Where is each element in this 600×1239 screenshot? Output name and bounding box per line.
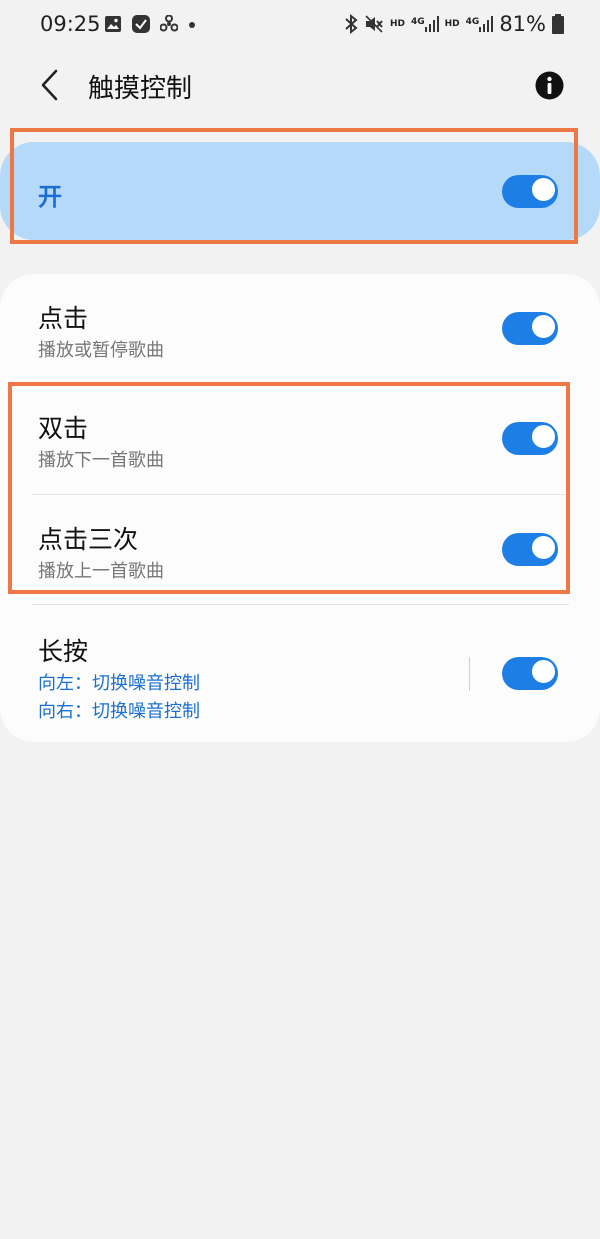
long-press-toggle[interactable] (502, 657, 558, 690)
tap-toggle[interactable] (502, 312, 558, 345)
app-bar: 触摸控制 (0, 52, 600, 122)
check-badge-icon (132, 15, 150, 33)
notification-icons (104, 14, 197, 34)
fan-icon (160, 15, 178, 32)
setting-subtitle: 播放或暂停歌曲 (38, 340, 164, 361)
gallery-icon (105, 16, 121, 32)
page-title: 触摸控制 (88, 74, 193, 104)
status-bar: 09:25 HD 4G HD 4G 81% (0, 0, 600, 52)
hd-icon: HD (444, 19, 460, 29)
toggle-knob (531, 314, 556, 339)
mute-icon (365, 15, 383, 33)
4g-signal-icon: 4G (466, 16, 494, 32)
long-press-left-action: 向左：切换噪音控制 (38, 673, 200, 694)
setting-title: 点击 (38, 304, 89, 333)
setting-row-tap[interactable]: 点击 播放或暂停歌曲 (0, 295, 600, 385)
setting-row-long-press[interactable]: 长按 向左：切换噪音控制 向右：切换噪音控制 (0, 628, 600, 728)
setting-title: 长按 (38, 637, 89, 666)
4g-label: 4G (465, 17, 480, 27)
battery-icon (552, 14, 564, 34)
system-icons: HD 4G HD 4G 81% (344, 12, 564, 36)
divider (32, 604, 569, 605)
bluetooth-icon (345, 14, 358, 34)
toggle-knob (531, 659, 556, 684)
info-icon[interactable] (535, 71, 564, 100)
4g-label: 4G (410, 17, 425, 27)
annotation-box-taps (8, 382, 570, 594)
4g-signal-icon: 4G (411, 16, 439, 32)
back-arrow-icon[interactable] (36, 68, 66, 102)
dot-icon (189, 22, 195, 28)
vertical-divider (469, 657, 470, 691)
battery-percentage: 81% (499, 12, 546, 36)
hd-icon: HD (389, 19, 405, 29)
annotation-box-master (10, 128, 578, 244)
long-press-right-action: 向右：切换噪音控制 (38, 701, 200, 722)
status-time: 09:25 (40, 12, 101, 36)
